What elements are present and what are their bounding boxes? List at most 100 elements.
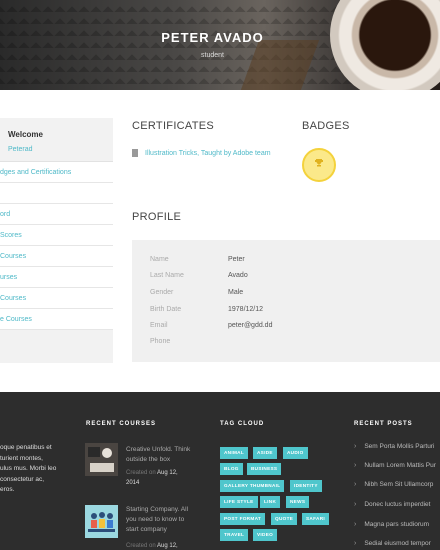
trophy-icon [315,159,323,167]
tag-link[interactable]: LIFE STYLE [220,496,258,508]
profile-label: Gender [150,289,174,296]
welcome-label: Welcome [8,130,43,139]
profile-label: Name [150,256,169,263]
tag-link[interactable]: GALLERY THUMBNAIL [220,480,285,492]
recent-post-title[interactable]: Nullam Lorem Mattis Pur [364,462,436,469]
recent-post-link[interactable]: › Magna pars studiorum [354,521,429,528]
about-line: eros. [0,486,15,493]
created-label: Created on [126,470,156,476]
sidebar-item-password[interactable]: ord [0,204,113,225]
recent-posts-heading: RECENT POSTS [354,421,413,427]
tag-link[interactable]: IDENTITY [290,480,322,492]
sidebar-item-courses[interactable]: Courses [0,246,113,267]
tag-link[interactable]: TRAVEL [220,529,249,541]
profile-row-gender: Gender Male [150,289,243,296]
profile-label: Last Name [150,272,184,279]
profile-label: Email [150,322,168,329]
tag-link[interactable]: POST FORMAT [220,513,266,525]
document-icon [132,149,138,157]
coffee-cup-image [330,0,440,90]
tag-link[interactable]: QUOTE [271,513,298,525]
about-line: oque penatibus et [0,444,52,451]
profile-details: Name Peter Last Name Avado Gender Male Birt… [132,240,440,362]
sidebar-item-my-courses[interactable]: urses [0,267,113,288]
profile-row-birth-date: Birth Date 1978/12/12 [150,306,263,313]
profile-label: Birth Date [150,306,182,313]
certificate-link[interactable]: Illustration Tricks, Taught by Adobe tea… [132,149,271,157]
profile-value: 1978/12/12 [228,306,264,313]
recent-post-title[interactable]: Sedial eiusmod tempor [364,540,430,547]
profile-heading: PROFILE [132,211,182,223]
chevron-right-icon: › [354,521,357,528]
user-name: PETER AVADO [161,30,264,45]
tag-link[interactable]: ANIMAL [220,447,249,459]
course-title-line[interactable]: you need to know to [126,515,206,525]
recent-post-title[interactable]: Sem Porta Mollis Parturi [364,443,434,450]
recent-post-link[interactable]: › Sem Porta Mollis Parturi [354,443,434,450]
profile-hero: PETER AVADO student [0,0,440,90]
created-date: Aug 12, [157,543,178,549]
sidebar-item-blank[interactable] [0,183,113,204]
course-title-line[interactable]: start company [126,525,206,535]
recent-post-link[interactable]: › Nibh Sem Sit Ullamcorp [354,481,433,488]
tag-link[interactable]: BUSINESS [247,463,282,475]
created-date: Aug 12, [157,470,178,476]
tag-link[interactable]: ASIDE [253,447,277,459]
tag-link[interactable]: LINK [260,496,281,508]
desk-photo-icon [85,443,118,476]
profile-value: Peter [228,256,245,263]
recent-post-title[interactable]: Magna pars studiorum [364,521,429,528]
chevron-right-icon: › [354,481,357,488]
sidebar-item-badges[interactable]: dges and Certifications [0,162,113,183]
certificate-title[interactable]: Illustration Tricks, Taught by Adobe tea… [145,150,271,157]
chevron-right-icon: › [354,462,357,469]
course-title[interactable]: Creative Unfold. Think outside the box [126,445,206,465]
badges-heading: BADGES [302,120,350,132]
sidebar-welcome: Welcome Peterad [0,118,113,162]
profile-row-name: Name Peter [150,256,245,263]
tag-link[interactable]: SAFARI [302,513,329,525]
about-line: consectetur ac, [0,475,45,483]
tag-link[interactable]: VIDEO [253,529,278,541]
course-title-line[interactable]: outside the box [126,455,206,465]
course-title-line[interactable]: Creative Unfold. Think [126,445,206,455]
recent-post-link[interactable]: › Sedial eiusmod tempor [354,540,431,547]
profile-value: Avado [228,272,248,279]
team-illustration-icon [85,505,118,538]
tag-link[interactable]: AUDIO [283,447,308,459]
profile-row-phone: Phone [150,338,228,345]
course-title[interactable]: Starting Company. All you need to know t… [126,505,206,535]
course-thumbnail[interactable] [85,443,118,476]
about-line: ulus mus. Morbi leo [0,465,57,472]
course-thumbnail[interactable] [85,505,118,538]
certificates-heading: CERTIFICATES [132,120,215,132]
about-line: turient montes, [0,454,43,462]
tag-link[interactable]: NEWS [286,496,310,508]
sidebar-menu: dges and Certifications ord Scores Cours… [0,162,113,330]
user-role: student [201,52,224,59]
recent-courses-heading: RECENT COURSES [86,421,157,427]
username-link[interactable]: Peterad [8,146,113,153]
profile-label: Phone [150,338,171,345]
recent-post-title[interactable]: Donec luctus imperdiet [364,501,430,508]
site-footer: oque penatibus et turient montes, ulus m… [0,392,440,550]
profile-row-email: Email peter@gdd.dd [150,322,272,329]
course-meta: Created on Aug 12, 2014 [126,468,206,488]
created-year: 2014 [126,480,140,486]
tag-link[interactable]: BLOG [220,463,243,475]
recent-post-link[interactable]: › Nullam Lorem Mattis Pur [354,462,436,469]
recent-post-link[interactable]: › Donec luctus imperdiet [354,501,430,508]
profile-row-last-name: Last Name Avado [150,272,248,279]
course-title-line[interactable]: Starting Company. All [126,505,206,515]
sidebar-item-completed-courses[interactable]: Courses [0,288,113,309]
footer-about-text: oque penatibus et turient montes, ulus m… [0,443,56,496]
badge[interactable] [302,148,336,182]
chevron-right-icon: › [354,443,357,450]
sidebar-item-scores[interactable]: Scores [0,225,113,246]
course-meta: Created on Aug 12, [126,541,206,550]
created-label: Created on [126,543,156,549]
recent-post-title[interactable]: Nibh Sem Sit Ullamcorp [364,481,433,488]
sidebar-item-wishlist-courses[interactable]: e Courses [0,309,113,330]
sidebar: Welcome Peterad dges and Certifications … [0,118,113,363]
tag-cloud-heading: TAG CLOUD [220,421,265,427]
